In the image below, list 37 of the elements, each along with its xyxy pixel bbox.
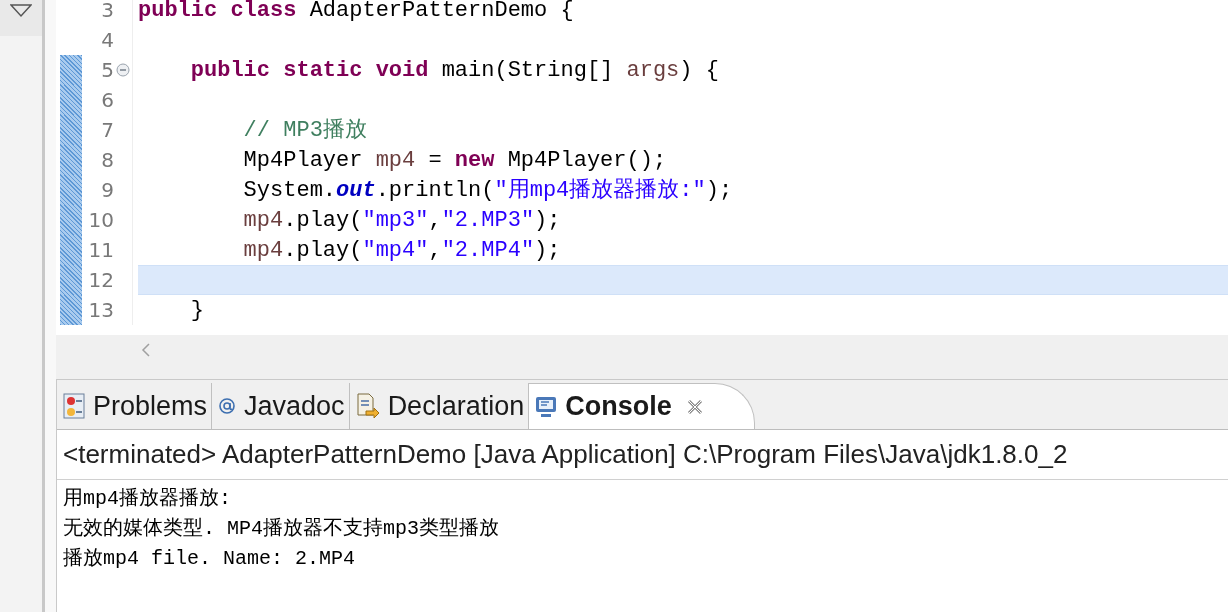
code-line: } — [189, 296, 204, 325]
line-number: 3 — [101, 0, 114, 20]
splitter-bar[interactable] — [42, 0, 56, 612]
line-number: 8 — [101, 150, 114, 170]
collapse-icon[interactable] — [116, 63, 130, 77]
view-tab[interactable]: Console — [529, 383, 755, 429]
console-output-line: 无效的媒体类型. MP4播放器不支持mp3类型播放 — [63, 516, 499, 542]
view-tab[interactable]: Problems — [57, 383, 213, 429]
console-title: <terminated> AdapterPatternDemo [Java Application] C:\Program Files\Java\jdk1.8.0_2 — [63, 438, 1068, 471]
line-number: 10 — [88, 210, 114, 230]
code-line: mp4.play("mp4","2.MP4"); — [242, 236, 561, 265]
horizontal-scrollbar[interactable] — [56, 335, 1228, 379]
document-arrow-icon — [355, 393, 380, 419]
close-icon[interactable] — [685, 397, 704, 416]
code-line: // MP3播放 — [242, 116, 367, 145]
line-number: 12 — [88, 270, 114, 290]
scroll-left-icon[interactable] — [140, 342, 152, 358]
code-line: mp4.play("mp3","2.MP3"); — [242, 206, 561, 235]
line-number: 4 — [101, 30, 114, 50]
code-line: System.out.println("用mp4播放器播放:"); — [242, 176, 733, 205]
dropdown-triangle-icon[interactable] — [10, 4, 32, 18]
monitor-icon — [535, 395, 558, 418]
view-tab[interactable]: Javadoc — [212, 383, 350, 429]
console-output-line: 播放mp4 file. Name: 2.MP4 — [63, 546, 356, 572]
code-line: public static void main(String[] args) { — [189, 56, 719, 85]
line-number: 6 — [101, 90, 114, 110]
line-number: 7 — [101, 120, 114, 140]
console-output-line: 用mp4播放器播放: — [63, 486, 231, 512]
code-line: Mp4Player mp4 = new Mp4Player(); — [242, 146, 667, 175]
view-tab[interactable]: Declaration — [349, 383, 530, 429]
at-sign-icon — [218, 397, 237, 415]
line-number: 5 — [101, 60, 114, 80]
problems-icon — [63, 393, 85, 419]
line-number: 11 — [88, 240, 114, 260]
code-line: public class AdapterPatternDemo { — [138, 0, 574, 25]
line-number: 9 — [101, 180, 114, 200]
line-number: 13 — [88, 300, 114, 320]
